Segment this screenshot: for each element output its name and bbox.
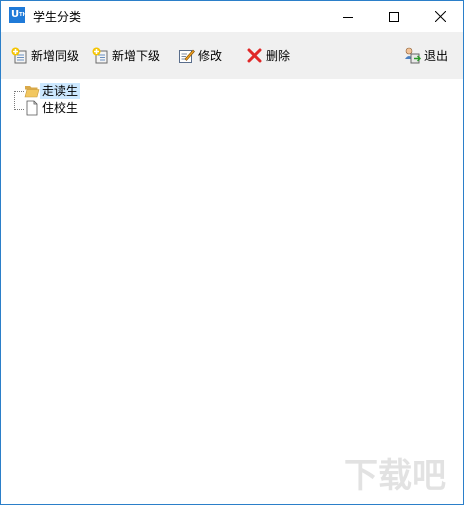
add-sibling-icon (11, 47, 27, 64)
edit-button[interactable]: 修改 (178, 32, 222, 79)
minimize-button[interactable] (325, 1, 371, 32)
close-icon (434, 11, 446, 22)
maximize-button[interactable] (371, 1, 417, 32)
category-tree[interactable] (1, 79, 463, 504)
add-child-label: 新增下级 (112, 49, 161, 63)
exit-icon (405, 47, 421, 64)
open-folder-icon (24, 86, 40, 98)
main-window: UTH 学生分类 新增同级 新增下级 修改 删除 退出 走读生 住校生 下载吧 (0, 0, 464, 505)
edit-label: 修改 (198, 49, 223, 63)
exit-label: 退出 (424, 49, 449, 63)
add-child-icon (92, 47, 108, 64)
svg-text:下载吧: 下载吧 (344, 456, 446, 496)
close-button[interactable] (417, 1, 463, 32)
delete-icon (247, 48, 262, 63)
tree-connector-line (14, 109, 24, 110)
tree-node-label: 走读生 (40, 83, 81, 99)
minimize-icon (343, 16, 353, 18)
tree-node-boarding-student[interactable]: 住校生 (24, 100, 80, 116)
tree-node-day-student[interactable]: 走读生 (24, 83, 81, 99)
edit-icon (179, 49, 195, 63)
add-sibling-button[interactable]: 新增同级 (11, 32, 79, 79)
tree-node-label: 住校生 (42, 101, 79, 115)
maximize-icon (389, 11, 399, 22)
document-icon (26, 100, 38, 116)
window-title: 学生分类 (33, 10, 82, 24)
delete-button[interactable]: 删除 (246, 32, 290, 79)
watermark-logo: 下载吧 (344, 456, 446, 496)
app-logo-icon: UTH (9, 7, 27, 23)
tree-connector-line (14, 91, 15, 110)
title-bar[interactable]: UTH 学生分类 (1, 1, 463, 32)
tree-connector-line (14, 91, 24, 92)
add-sibling-label: 新增同级 (31, 49, 80, 63)
exit-button[interactable]: 退出 (404, 32, 448, 79)
toolbar: 新增同级 新增下级 修改 删除 退出 (1, 32, 463, 79)
delete-label: 删除 (266, 49, 291, 63)
add-child-button[interactable]: 新增下级 (92, 32, 160, 79)
